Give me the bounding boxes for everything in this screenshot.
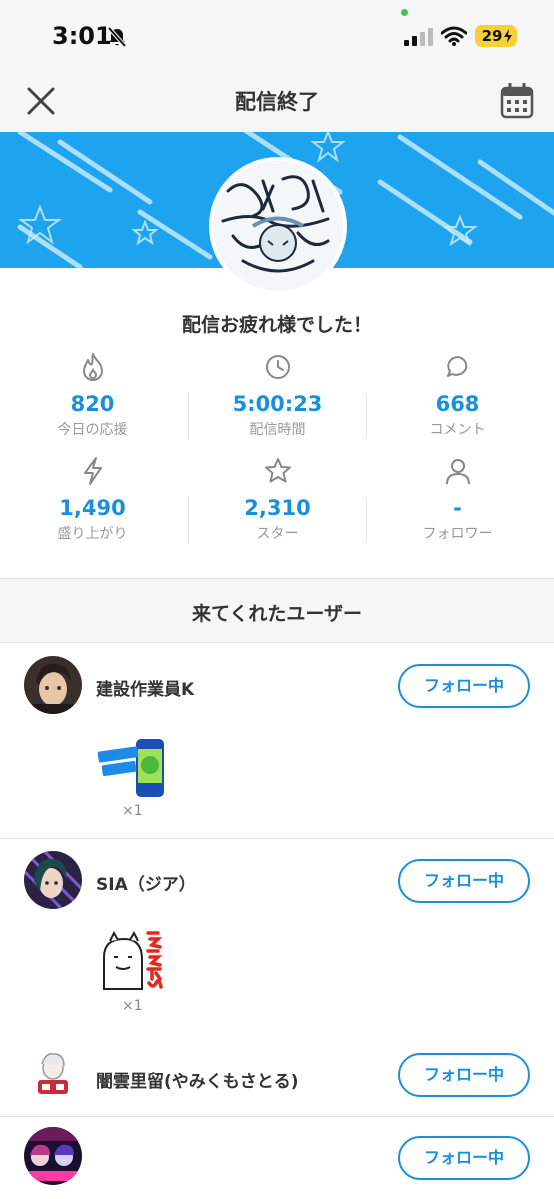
nav-bar: 配信終了 (0, 72, 554, 132)
stat-divider (366, 498, 367, 542)
avatar[interactable] (24, 1046, 82, 1104)
page-title: 配信終了 (235, 90, 319, 114)
status-bar: 3:01 29 (0, 0, 554, 72)
streamer-avatar-image (213, 161, 343, 291)
stat-label: 今日の応援 (57, 422, 128, 438)
visitors-title: 来てくれたユーザー (191, 603, 363, 625)
status-time: 3:01 (52, 22, 112, 50)
stat-comments: 668 コメント (365, 352, 550, 439)
charging-bolt-icon (504, 29, 512, 43)
stat-duration: 5:00:23 配信時間 (185, 352, 370, 439)
eeyan-sticker-icon (96, 927, 166, 993)
user-avatar-image (24, 1046, 82, 1104)
visitor-name[interactable]: 建設作業員K (96, 675, 194, 700)
stat-label: 配信時間 (249, 422, 306, 438)
user-avatar-image (24, 1127, 82, 1185)
user-avatar-image (24, 656, 82, 714)
stat-value: 1,490 (59, 496, 126, 520)
stat-value: - (453, 496, 462, 520)
bell-muted-icon (106, 26, 128, 52)
battery-level: 29 (481, 27, 503, 45)
star-icon (264, 458, 291, 483)
calendar-button[interactable] (500, 82, 534, 119)
greeting-text: 配信お疲れ様でした！ (181, 314, 372, 336)
stat-followers: - フォロワー (365, 456, 550, 543)
visitor-row: 闇雲里留(やみくもさとる) フォロー中 (0, 1034, 554, 1116)
following-button[interactable]: フォロー中 (398, 1053, 530, 1097)
stat-label: スター (256, 526, 299, 542)
stat-label: フォロワー (422, 526, 493, 542)
avatar[interactable] (24, 1127, 82, 1185)
person-icon (445, 459, 470, 485)
cellular-signal-icon (404, 28, 434, 50)
stat-value: 668 (435, 392, 480, 416)
avatar[interactable] (24, 656, 82, 714)
stat-label: コメント (429, 422, 486, 438)
stat-value: 2,310 (244, 496, 311, 520)
gift-count: ×1 (122, 803, 143, 819)
streamer-avatar (209, 157, 347, 295)
following-button[interactable]: フォロー中 (398, 1136, 530, 1180)
wifi-icon (440, 26, 468, 50)
stat-divider (188, 498, 189, 542)
visitor-row: フォロー中 (0, 1117, 554, 1199)
stat-value: 820 (70, 392, 115, 416)
gift-count: ×1 (122, 998, 143, 1014)
battery-indicator: 29 (475, 25, 517, 47)
visitor-name[interactable]: 闇雲里留(やみくもさとる) (96, 1067, 299, 1092)
privacy-indicator-dot (401, 9, 408, 16)
clock-icon (265, 355, 290, 379)
visitor-row: 建設作業員K フォロー中 ×1 (0, 643, 554, 838)
visitor-name[interactable]: SIA（ジア） (96, 870, 196, 895)
calendar-icon (500, 82, 534, 119)
stat-divider (366, 394, 367, 438)
stat-divider (188, 394, 189, 438)
stat-label: 盛り上がり (57, 526, 128, 542)
visitor-row: SIA（ジア） フォロー中 ×1 (0, 839, 554, 1034)
energy-drink-can-icon (96, 735, 166, 801)
stat-excitement: 1,490 盛り上がり (0, 456, 185, 543)
avatar[interactable] (24, 851, 82, 909)
comment-icon (446, 356, 467, 377)
stat-support: 820 今日の応援 (0, 352, 185, 439)
stat-value: 5:00:23 (232, 392, 323, 416)
user-avatar-image (24, 851, 82, 909)
following-button[interactable]: フォロー中 (398, 859, 530, 903)
stat-stars: 2,310 スター (185, 456, 370, 543)
following-button[interactable]: フォロー中 (398, 664, 530, 708)
visitors-header: 来てくれたユーザー (0, 579, 554, 643)
lightning-icon (83, 457, 102, 485)
fire-icon (82, 353, 103, 381)
